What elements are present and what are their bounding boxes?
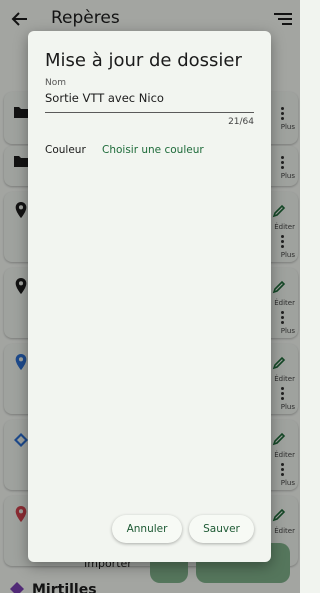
character-counter: 21/64 bbox=[228, 117, 254, 127]
cancel-button[interactable]: Annuler bbox=[112, 515, 182, 543]
name-field-underline bbox=[45, 112, 254, 113]
update-folder-dialog: Mise à jour de dossier Nom 21/64 Couleur… bbox=[28, 31, 271, 562]
dialog-title: Mise à jour de dossier bbox=[45, 50, 242, 71]
color-label: Couleur bbox=[45, 144, 86, 156]
name-field-label: Nom bbox=[45, 78, 67, 88]
save-button[interactable]: Sauver bbox=[189, 515, 254, 543]
name-field[interactable] bbox=[45, 91, 255, 105]
choose-color-button[interactable]: Choisir une couleur bbox=[102, 144, 204, 156]
